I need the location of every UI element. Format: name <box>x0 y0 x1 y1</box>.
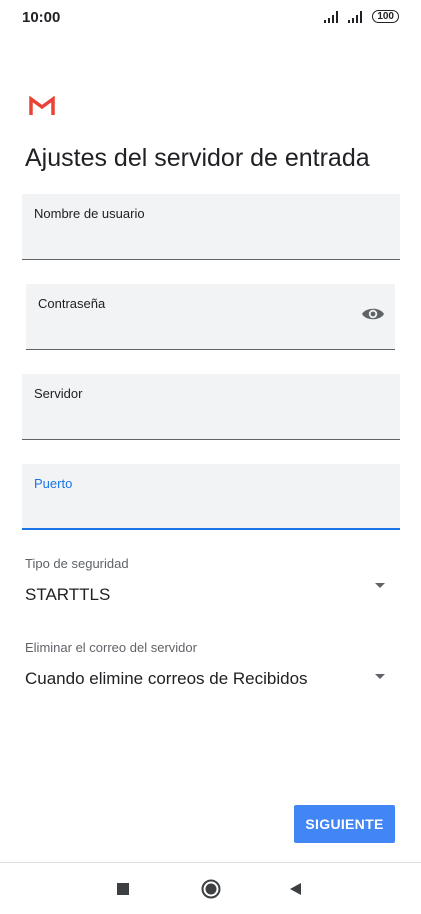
signal-icon <box>348 10 363 23</box>
delete-mail-label: Eliminar el correo del servidor <box>25 640 197 655</box>
port-input[interactable] <box>34 503 356 522</box>
username-label: Nombre de usuario <box>34 206 145 221</box>
server-field[interactable]: Servidor <box>22 374 400 440</box>
server-input[interactable] <box>34 414 356 433</box>
next-button[interactable]: SIGUIENTE <box>294 805 395 843</box>
username-field[interactable]: Nombre de usuario <box>22 194 400 260</box>
status-time: 10:00 <box>22 9 61 26</box>
security-type-select[interactable]: Tipo de seguridad STARTTLS <box>25 556 385 605</box>
password-field[interactable]: Contraseña <box>26 284 395 350</box>
home-icon[interactable] <box>201 879 221 899</box>
navigation-bar <box>0 863 421 914</box>
status-bar: 10:00 100 <box>0 0 421 36</box>
delete-mail-select[interactable]: Eliminar el correo del servidor Cuando e… <box>25 640 385 689</box>
status-icons: 100 <box>324 10 399 23</box>
battery-icon: 100 <box>372 10 399 23</box>
signal-icon <box>324 10 339 23</box>
security-type-value[interactable]: STARTTLS <box>25 585 385 605</box>
eye-icon[interactable] <box>361 306 385 322</box>
security-type-label: Tipo de seguridad <box>25 556 129 571</box>
chevron-down-icon[interactable] <box>375 583 385 588</box>
password-label: Contraseña <box>38 296 106 311</box>
port-label: Puerto <box>34 476 73 491</box>
recent-apps-icon[interactable] <box>117 883 129 895</box>
port-field[interactable]: Puerto <box>22 464 400 530</box>
server-label: Servidor <box>34 386 83 401</box>
password-input[interactable] <box>38 324 351 343</box>
chevron-down-icon[interactable] <box>375 674 385 679</box>
username-input[interactable] <box>34 234 356 253</box>
back-icon[interactable] <box>290 883 301 895</box>
gmail-logo <box>29 96 55 115</box>
page-title: Ajustes del servidor de entrada <box>25 144 370 172</box>
delete-mail-value[interactable]: Cuando elimine correos de Recibidos <box>25 669 385 689</box>
